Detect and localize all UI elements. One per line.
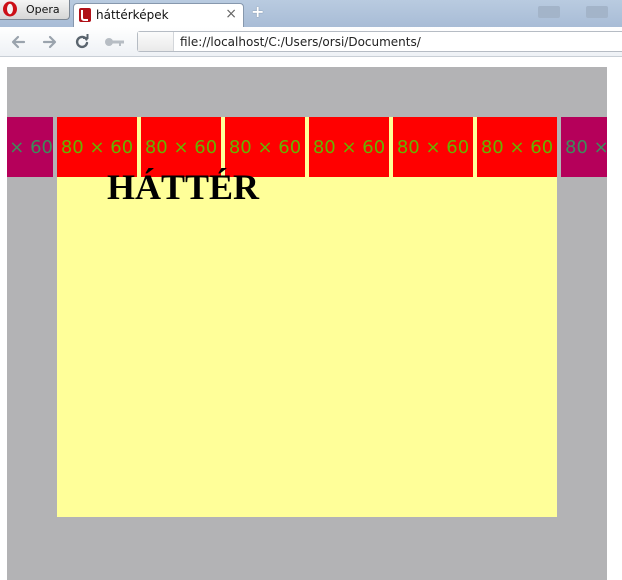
site-info-badge[interactable] <box>138 32 174 51</box>
background-tile: 80 × 60 <box>7 117 53 177</box>
address-toolbar: file://localhost/C:/Users/orsi/Documents… <box>0 27 622 57</box>
settings-gear-icon[interactable] <box>586 6 608 18</box>
background-tile: 80 × 60 <box>393 117 473 177</box>
tile-label: 80 × 60 <box>396 136 470 158</box>
panel-toggle-icon[interactable] <box>538 6 560 18</box>
tab-bar: Opera háttérképek × + <box>0 0 622 27</box>
opera-menu-label: Opera <box>26 3 60 16</box>
address-input[interactable]: file://localhost/C:/Users/orsi/Documents… <box>137 31 622 52</box>
tile-label: 80 × 60 <box>480 136 554 158</box>
tile-label: 80 × 60 <box>7 136 53 158</box>
opera-logo-icon <box>3 1 17 17</box>
reload-icon[interactable] <box>74 34 90 50</box>
tile-label: 80 × 60 <box>565 136 607 158</box>
background-tile-row: 80 × 60 80 × 60 80 × 60 80 × 60 80 × 60 … <box>7 117 607 177</box>
page-viewport: 80 × 60 80 × 60 80 × 60 80 × 60 80 × 60 … <box>7 67 607 580</box>
tab-hatterkepek[interactable]: háttérképek × <box>73 3 244 27</box>
page-heading: HÁTTÉR <box>107 167 260 207</box>
address-text: file://localhost/C:/Users/orsi/Documents… <box>180 35 421 49</box>
key-icon[interactable] <box>104 34 126 50</box>
tab-title: háttérképek <box>96 8 169 22</box>
tile-label: 80 × 60 <box>228 136 302 158</box>
forward-arrow-icon[interactable] <box>42 34 58 50</box>
back-arrow-icon[interactable] <box>10 34 26 50</box>
new-tab-icon[interactable]: + <box>251 4 265 20</box>
background-tile: 80 × 60 <box>309 117 389 177</box>
tab-close-icon[interactable]: × <box>225 6 237 22</box>
tile-label: 80 × 60 <box>144 136 218 158</box>
tile-label: 80 × 60 <box>312 136 386 158</box>
background-tile: 80 × 60 <box>477 117 557 177</box>
opera-favicon-icon <box>79 8 91 22</box>
opera-menu-button[interactable]: Opera <box>0 0 70 20</box>
tile-label: 80 × 60 <box>60 136 134 158</box>
background-tile: 80 × 60 <box>561 117 607 177</box>
